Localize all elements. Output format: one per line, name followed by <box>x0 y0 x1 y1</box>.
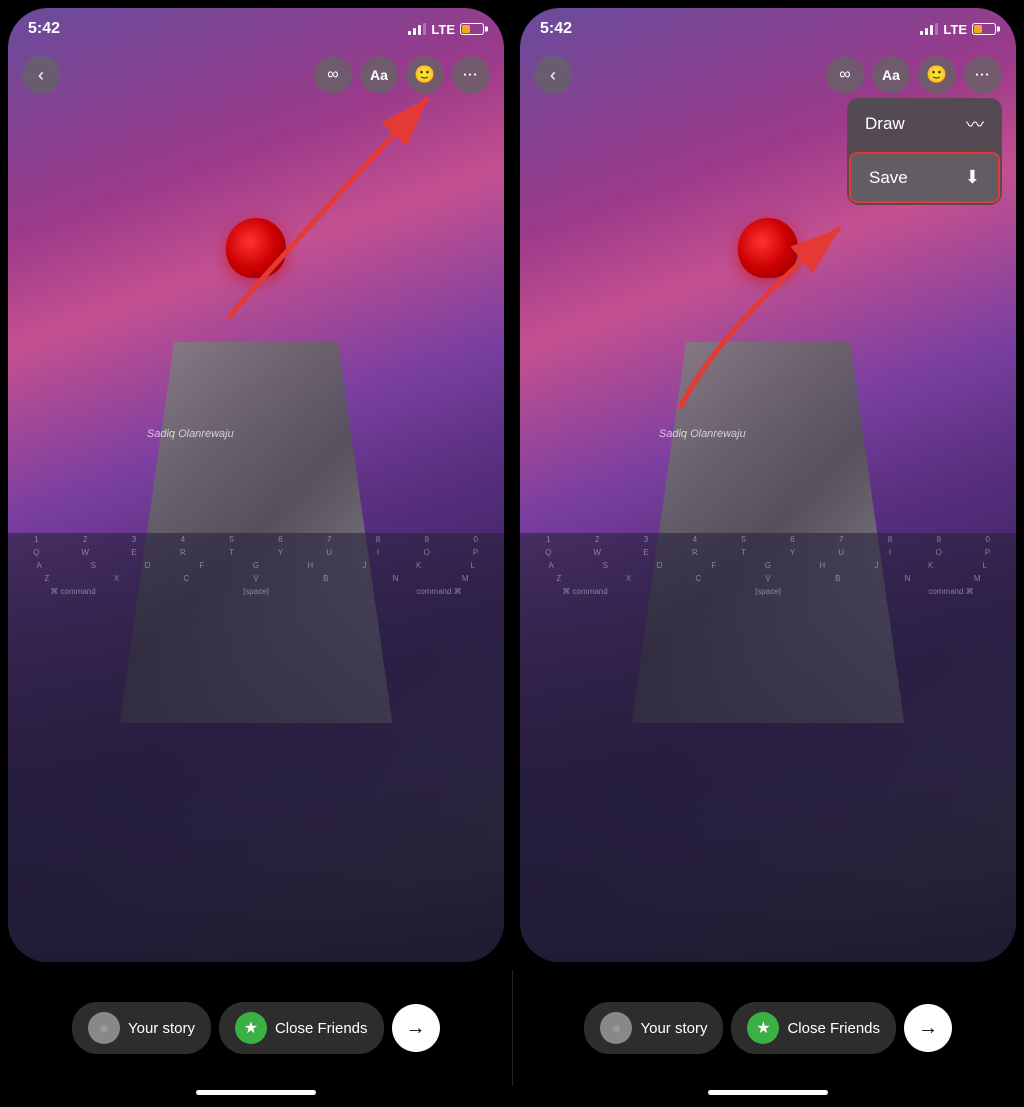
right-send-icon: → <box>918 1017 938 1040</box>
right-your-story-button[interactable]: ● Your story <box>584 1002 723 1054</box>
left-rose-decoration <box>226 218 286 278</box>
left-watermark: Sadiq Olanrewaju <box>147 428 234 440</box>
right-status-icons: LTE <box>920 22 996 37</box>
draw-label: Draw <box>865 114 905 134</box>
right-bottom-bar: ● Your story ★ Close Friends → <box>513 970 1024 1086</box>
left-sticker-icon: 🙂 <box>414 65 435 85</box>
draw-menu-item[interactable]: Draw 〰 <box>847 98 1002 150</box>
left-back-button[interactable]: ‹ <box>22 56 60 94</box>
left-status-bar: 5:42 LTE <box>8 20 504 38</box>
left-send-icon: → <box>406 1017 426 1040</box>
right-watermark: Sadiq Olanrewaju <box>659 428 746 440</box>
left-close-friends-button[interactable]: ★ Close Friends <box>219 1002 384 1054</box>
right-text-icon: Aa <box>882 67 900 83</box>
left-sticker-button[interactable]: 🙂 <box>406 56 444 94</box>
left-infinity-icon: ∞ <box>327 66 338 84</box>
left-your-story-label: Your story <box>128 1020 195 1037</box>
right-text-button[interactable]: Aa <box>872 56 910 94</box>
right-more-icon: ●●● <box>975 72 990 78</box>
left-signal-icon <box>408 23 426 35</box>
left-text-button[interactable]: Aa <box>360 56 398 94</box>
right-infinity-icon: ∞ <box>839 66 850 84</box>
left-close-friends-label: Close Friends <box>275 1020 368 1037</box>
left-green-star-icon: ★ <box>235 1012 267 1044</box>
left-battery-icon <box>460 23 484 35</box>
right-green-star-icon: ★ <box>747 1012 779 1044</box>
right-rose-decoration <box>738 218 798 278</box>
right-infinity-button[interactable]: ∞ <box>826 56 864 94</box>
right-time: 5:42 <box>540 20 572 38</box>
left-status-icons: LTE <box>408 22 484 37</box>
left-story-avatar: ● <box>88 1012 120 1044</box>
left-more-icon: ●●● <box>463 72 478 78</box>
right-close-friends-button[interactable]: ★ Close Friends <box>731 1002 896 1054</box>
save-icon: ⬇ <box>965 167 980 188</box>
right-battery-icon <box>972 23 996 35</box>
right-lte-label: LTE <box>943 22 967 37</box>
right-close-friends-label: Close Friends <box>787 1020 880 1037</box>
save-label: Save <box>869 168 908 188</box>
right-phone-screen: 1234567890 QWERTYUIOP ASDFGHJKL ZXCVBNM … <box>520 8 1016 962</box>
right-story-avatar: ● <box>600 1012 632 1044</box>
home-indicators <box>0 1086 1024 1107</box>
right-back-button[interactable]: ‹ <box>534 56 572 94</box>
right-keyboard-area: 1234567890 QWERTYUIOP ASDFGHJKL ZXCVBNM … <box>520 533 1016 962</box>
right-send-button[interactable]: → <box>904 1004 952 1052</box>
left-text-icon: Aa <box>370 67 388 83</box>
left-keyboard-area: 1234567890 QWERTYUIOP ASDFGHJKL ZXCVBNM … <box>8 533 504 962</box>
left-send-button[interactable]: → <box>392 1004 440 1052</box>
right-dropdown-menu: Draw 〰 Save ⬇ <box>847 98 1002 205</box>
right-home-indicator <box>708 1090 828 1095</box>
right-status-bar: 5:42 LTE <box>520 20 1016 38</box>
left-lte-label: LTE <box>431 22 455 37</box>
left-your-story-button[interactable]: ● Your story <box>72 1002 211 1054</box>
right-toolbar: ‹ ∞ Aa 🙂 ●●● <box>520 56 1016 94</box>
draw-icon: 〰 <box>966 111 984 137</box>
right-signal-icon <box>920 23 938 35</box>
left-bottom-bar: ● Your story ★ Close Friends → <box>0 970 512 1086</box>
left-infinity-button[interactable]: ∞ <box>314 56 352 94</box>
left-toolbar: ‹ ∞ Aa 🙂 ●●● <box>8 56 504 94</box>
left-time: 5:42 <box>28 20 60 38</box>
left-phone-screen: 1234567890 QWERTYUIOP ASDFGHJKL ZXCVBNM … <box>8 8 504 962</box>
right-sticker-icon: 🙂 <box>926 65 947 85</box>
bottom-section: ● Your story ★ Close Friends → ● Your st… <box>0 970 1024 1107</box>
save-menu-item[interactable]: Save ⬇ <box>849 152 1000 203</box>
left-more-button[interactable]: ●●● <box>452 56 490 94</box>
right-your-story-label: Your story <box>640 1020 707 1037</box>
right-sticker-button[interactable]: 🙂 <box>918 56 956 94</box>
left-home-indicator <box>196 1090 316 1095</box>
bottom-row: ● Your story ★ Close Friends → ● Your st… <box>0 970 1024 1086</box>
right-more-button[interactable]: ●●● <box>964 56 1002 94</box>
